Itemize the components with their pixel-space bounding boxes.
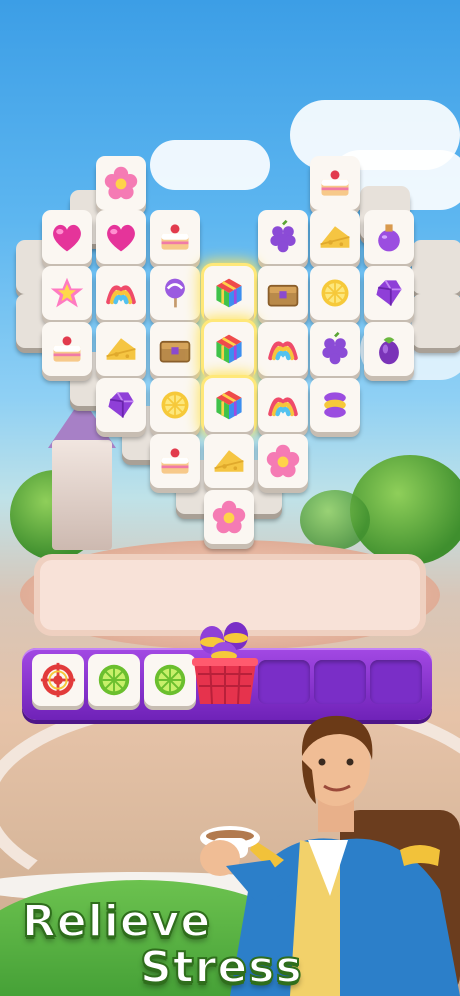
grapes-tile[interactable]: [310, 322, 360, 376]
rainbow-cube-icon: [211, 275, 247, 311]
cheese-tile[interactable]: [96, 322, 146, 376]
heart-icon: [49, 219, 85, 255]
game-scene: Relieve Stress: [0, 0, 460, 996]
star-icon: [49, 275, 85, 311]
macaron-icon: [317, 387, 353, 423]
cake-tile[interactable]: [150, 210, 200, 264]
chest-tile[interactable]: [150, 322, 200, 376]
lemon-icon: [157, 387, 193, 423]
eggplant-tile[interactable]: [364, 322, 414, 376]
tray-tile-lime: [88, 654, 140, 706]
tray-slot: [370, 660, 422, 704]
cheese-tile[interactable]: [204, 434, 254, 488]
lemon-icon: [317, 275, 353, 311]
gem-tile[interactable]: [96, 378, 146, 432]
flower-tile[interactable]: [258, 434, 308, 488]
cloud: [150, 140, 270, 190]
macaron-tile[interactable]: [310, 378, 360, 432]
rainbow-icon: [265, 331, 301, 367]
cheese-icon: [211, 443, 247, 479]
rainbow-cube-icon: [211, 387, 247, 423]
lollipop-tile[interactable]: [150, 266, 200, 320]
macaron-basket-icon: [192, 622, 258, 705]
lollipop-icon: [157, 275, 193, 311]
board-tile-hidden: [412, 294, 460, 348]
rainbow-cube-tile[interactable]: [204, 378, 254, 432]
tagline-line1: Relieve: [21, 895, 212, 948]
rainbow-cube-tile[interactable]: [204, 322, 254, 376]
lemon-tile[interactable]: [150, 378, 200, 432]
rainbow-cube-icon: [211, 331, 247, 367]
grapes-icon: [265, 219, 301, 255]
rainbow-tile[interactable]: [258, 378, 308, 432]
cake-tile[interactable]: [310, 156, 360, 210]
grapes-icon: [317, 331, 353, 367]
flower-icon: [265, 443, 301, 479]
potion-icon: [371, 219, 407, 255]
lime-icon: [151, 661, 189, 699]
flower-icon: [103, 165, 139, 201]
flower-tile[interactable]: [204, 490, 254, 544]
cake-icon: [317, 165, 353, 201]
chest-tile[interactable]: [258, 266, 308, 320]
rainbow-tile[interactable]: [96, 266, 146, 320]
eggplant-icon: [371, 331, 407, 367]
flower-tile[interactable]: [96, 156, 146, 210]
castle-tower: [52, 440, 112, 550]
grapes-tile[interactable]: [258, 210, 308, 264]
chest-icon: [265, 275, 301, 311]
heart-tile[interactable]: [96, 210, 146, 264]
cheese-tile[interactable]: [310, 210, 360, 264]
cake-icon: [157, 219, 193, 255]
gem-icon: [371, 275, 407, 311]
potion-tile[interactable]: [364, 210, 414, 264]
star-tile[interactable]: [42, 266, 92, 320]
lime-icon: [95, 661, 133, 699]
chest-icon: [157, 331, 193, 367]
gem-icon: [103, 387, 139, 423]
cake-tile[interactable]: [150, 434, 200, 488]
tray-tile-target: [32, 654, 84, 706]
board-tile-hidden: [412, 240, 460, 294]
tray-tile-lime: [144, 654, 196, 706]
cake-icon: [49, 331, 85, 367]
target-icon: [39, 661, 77, 699]
rainbow-cube-tile[interactable]: [204, 266, 254, 320]
heart-icon: [103, 219, 139, 255]
tagline-line2: Stress: [139, 941, 303, 994]
flower-icon: [211, 499, 247, 535]
heart-tile[interactable]: [42, 210, 92, 264]
rainbow-tile[interactable]: [258, 322, 308, 376]
rainbow-icon: [103, 275, 139, 311]
cheese-icon: [103, 331, 139, 367]
lemon-tile[interactable]: [310, 266, 360, 320]
cake-icon: [157, 443, 193, 479]
tray-slot: [314, 660, 366, 704]
cake-tile[interactable]: [42, 322, 92, 376]
gem-tile[interactable]: [364, 266, 414, 320]
rainbow-icon: [265, 387, 301, 423]
cheese-icon: [317, 219, 353, 255]
tree: [300, 490, 370, 550]
tray-slot: [258, 660, 310, 704]
